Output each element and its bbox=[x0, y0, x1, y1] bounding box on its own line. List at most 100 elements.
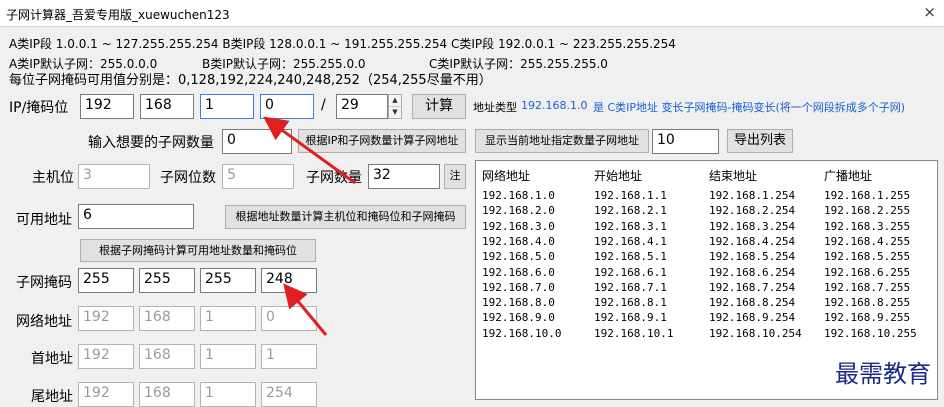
table-cell: 192.168.8.254 bbox=[709, 296, 796, 310]
table-row[interactable]: 192.168.3.0 192.168.3.1 192.168.3.254 192.1… bbox=[476, 220, 937, 235]
table-cell: 192.168.9.0 bbox=[482, 311, 555, 325]
subnet-bits-field: 5 bbox=[222, 164, 294, 189]
ip-octet-4-input[interactable]: 0 bbox=[260, 94, 314, 119]
first-octet-2: 168 bbox=[139, 344, 195, 369]
table-cell: 192.168.8.255 bbox=[824, 296, 911, 310]
usable-addresses-label: 可用地址 bbox=[16, 212, 72, 228]
last-octet-3: 1 bbox=[200, 382, 256, 407]
table-cell: 192.168.9.254 bbox=[709, 311, 796, 325]
table-row[interactable]: 192.168.7.0 192.168.7.1 192.168.7.254 192.1… bbox=[476, 281, 937, 296]
usable-addresses-input[interactable]: 6 bbox=[78, 204, 194, 229]
table-cell: 192.168.10.1 bbox=[594, 326, 674, 340]
table-row[interactable]: 192.168.2.0 192.168.2.1 192.168.2.254 192.1… bbox=[476, 204, 937, 219]
table-cell: 192.168.7.0 bbox=[482, 280, 555, 294]
table-row[interactable]: 192.168.10.0 192.168.10.1 192.168.10.254 19… bbox=[476, 327, 937, 342]
last-address-label: 尾地址 bbox=[31, 389, 73, 405]
host-bits-label: 主机位 bbox=[32, 170, 74, 186]
table-cell: 192.168.10.0 bbox=[482, 326, 562, 340]
table-row[interactable]: 192.168.9.0 192.168.9.1 192.168.9.254 192.1… bbox=[476, 311, 937, 326]
host-bits-field: 3 bbox=[78, 164, 150, 189]
first-address-label: 首地址 bbox=[31, 351, 73, 367]
first-octet-1: 192 bbox=[78, 344, 134, 369]
address-type-description: 是 C类IP地址 变长子网掩码-掩码变长(将一个网段拆成多个子网) bbox=[593, 101, 906, 114]
table-cell: 192.168.2.0 bbox=[482, 204, 555, 218]
table-row[interactable]: 192.168.1.0 192.168.1.1 192.168.1.254 192.1… bbox=[476, 189, 937, 204]
first-octet-4: 1 bbox=[261, 344, 317, 369]
table-cell: 192.168.7.1 bbox=[594, 280, 667, 294]
subnet-list[interactable]: 网络地址 开始地址 结束地址 广播地址 192.168.1.0 192.168.1… bbox=[475, 160, 938, 400]
mask-octet-2-input[interactable]: 255 bbox=[139, 268, 195, 293]
spin-down-icon[interactable]: ▼ bbox=[389, 107, 401, 119]
mask-octet-3-input[interactable]: 255 bbox=[200, 268, 256, 293]
table-cell: 192.168.9.1 bbox=[594, 311, 667, 325]
table-cell: 192.168.6.254 bbox=[709, 265, 796, 279]
mask-bits-input[interactable]: 29 bbox=[336, 94, 388, 119]
table-row[interactable]: 192.168.8.0 192.168.8.1 192.168.8.254 192.1… bbox=[476, 296, 937, 311]
table-cell: 192.168.10.254 bbox=[709, 326, 802, 340]
table-cell: 192.168.10.255 bbox=[824, 326, 917, 340]
table-cell: 192.168.1.255 bbox=[824, 189, 911, 202]
address-type-label: 地址类型 bbox=[473, 101, 517, 114]
table-cell: 192.168.2.1 bbox=[594, 204, 667, 218]
subnet-bits-label: 子网位数 bbox=[160, 170, 216, 186]
network-address-label: 网络地址 bbox=[16, 314, 72, 330]
header-network-address[interactable]: 网络地址 bbox=[482, 167, 530, 184]
table-cell: 192.168.5.254 bbox=[709, 250, 796, 264]
network-octet-3: 1 bbox=[200, 306, 256, 331]
network-octet-2: 168 bbox=[139, 306, 195, 331]
table-row[interactable]: 192.168.6.0 192.168.6.1 192.168.6.254 192.1… bbox=[476, 266, 937, 281]
subnet-count-input[interactable]: 0 bbox=[222, 129, 292, 154]
table-cell: 192.168.5.0 bbox=[482, 250, 555, 264]
table-cell: 192.168.7.254 bbox=[709, 280, 796, 294]
ip-octet-3-input[interactable]: 1 bbox=[200, 94, 254, 119]
slash-separator: / bbox=[321, 97, 326, 113]
network-octet-4: 0 bbox=[261, 306, 317, 331]
table-cell: 192.168.1.1 bbox=[594, 189, 667, 202]
mask-bits-spinner[interactable]: ▲ ▼ bbox=[388, 94, 402, 119]
mask-octet-4-input[interactable]: 248 bbox=[261, 268, 317, 293]
ip-octet-2-input[interactable]: 168 bbox=[140, 94, 194, 119]
table-cell: 192.168.2.254 bbox=[709, 204, 796, 218]
last-octet-1: 192 bbox=[78, 382, 134, 407]
table-cell: 192.168.4.0 bbox=[482, 234, 555, 248]
show-subnets-button[interactable]: 显示当前地址指定数量子网地址 bbox=[475, 129, 649, 153]
first-octet-3: 1 bbox=[200, 344, 256, 369]
subnet-number-field: 32 bbox=[368, 164, 440, 189]
table-cell: 192.168.4.254 bbox=[709, 234, 796, 248]
header-end-address[interactable]: 结束地址 bbox=[709, 167, 757, 184]
table-cell: 192.168.3.254 bbox=[709, 219, 796, 233]
table-cell: 192.168.6.1 bbox=[594, 265, 667, 279]
window-title: 子网计算器_吾爱专用版_xuewuchen123 bbox=[6, 8, 230, 22]
spin-up-icon[interactable]: ▲ bbox=[389, 95, 401, 107]
subnet-number-label: 子网数量 bbox=[306, 170, 362, 186]
mask-octet-1-input[interactable]: 255 bbox=[78, 268, 134, 293]
table-cell: 192.168.3.0 bbox=[482, 219, 555, 233]
ip-octet-1-input[interactable]: 192 bbox=[80, 94, 134, 119]
table-cell: 192.168.5.255 bbox=[824, 250, 911, 264]
table-cell: 192.168.8.0 bbox=[482, 296, 555, 310]
last-octet-4: 254 bbox=[261, 382, 317, 407]
ip-mask-label: IP/掩码位 bbox=[9, 100, 69, 116]
table-cell: 192.168.2.255 bbox=[824, 204, 911, 218]
note-button[interactable]: 注 bbox=[444, 164, 466, 189]
ip-class-ranges: A类IP段 1.0.0.1 ~ 127.255.255.254 B类IP段 12… bbox=[9, 37, 676, 51]
table-cell: 192.168.3.1 bbox=[594, 219, 667, 233]
header-start-address[interactable]: 开始地址 bbox=[594, 167, 642, 184]
export-list-button[interactable]: 导出列表 bbox=[727, 129, 793, 153]
table-cell: 192.168.4.255 bbox=[824, 234, 911, 248]
subnet-mask-label: 子网掩码 bbox=[16, 275, 72, 291]
header-broadcast-address[interactable]: 广播地址 bbox=[824, 167, 872, 184]
calculate-button[interactable]: 计算 bbox=[412, 94, 466, 119]
calc-by-subnet-mask-button[interactable]: 根据子网掩码计算可用地址数量和掩码位 bbox=[80, 239, 316, 262]
network-octet-1: 192 bbox=[78, 306, 134, 331]
table-row[interactable]: 192.168.4.0 192.168.4.1 192.168.4.254 192.1… bbox=[476, 235, 937, 250]
calc-by-address-count-button[interactable]: 根据地址数量计算主机位和掩码位和子网掩码 bbox=[225, 205, 466, 229]
table-cell: 192.168.8.1 bbox=[594, 296, 667, 310]
subnet-display-count-input[interactable]: 10 bbox=[652, 129, 719, 154]
close-icon[interactable]: × bbox=[923, 3, 936, 21]
table-cell: 192.168.1.0 bbox=[482, 189, 555, 202]
table-cell: 192.168.6.0 bbox=[482, 265, 555, 279]
watermark-logo: 最需教育 bbox=[835, 360, 931, 388]
calc-subnet-addresses-button[interactable]: 根据IP和子网数量计算子网地址 bbox=[298, 129, 466, 153]
table-row[interactable]: 192.168.5.0 192.168.5.1 192.168.5.254 192.1… bbox=[476, 250, 937, 265]
